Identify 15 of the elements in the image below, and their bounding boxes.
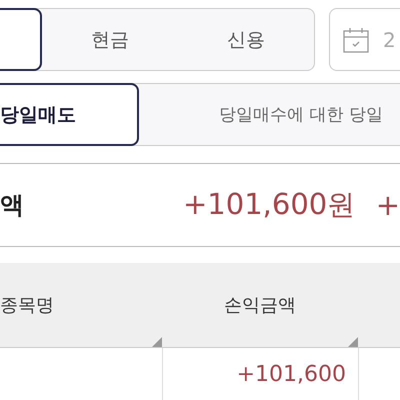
summary-label: 액: [0, 190, 25, 221]
account-type-tab[interactable]: [0, 8, 42, 71]
trade-type-tab[interactable]: 당일매수에 대한 당일: [139, 83, 400, 146]
date-text: 2: [383, 28, 396, 52]
profit-rate: +: [376, 188, 400, 222]
profit-total: +101,600원: [183, 186, 356, 223]
account-type-tab[interactable]: 신용: [178, 9, 314, 70]
calendar-icon: [343, 26, 369, 52]
column-header: 손익금액: [224, 294, 296, 317]
resize-grip-icon: [348, 337, 358, 347]
table-cell: +101,600: [236, 362, 346, 386]
column-header: 종목명: [0, 294, 54, 317]
resize-grip-icon: [152, 337, 162, 347]
trade-type-tab[interactable]: 당일매도: [0, 83, 139, 146]
account-type-tab[interactable]: 현금: [42, 9, 178, 70]
